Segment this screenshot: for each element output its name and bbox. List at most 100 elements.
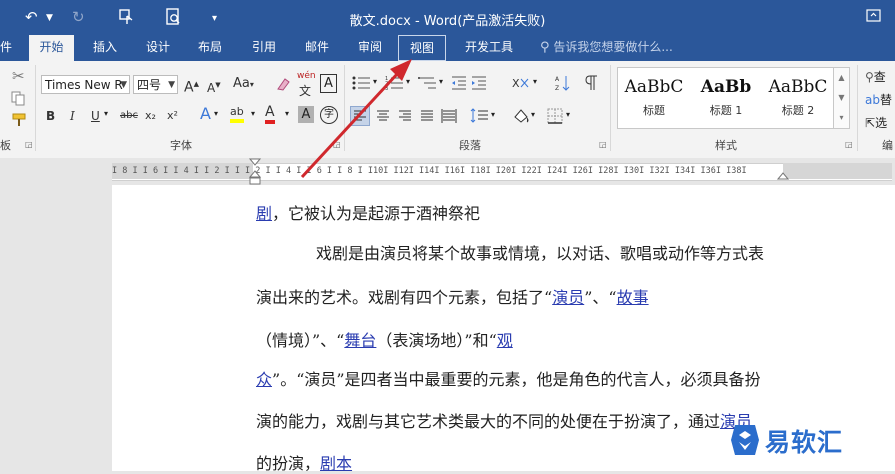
scroll-down-icon[interactable]: ▼ — [834, 88, 849, 108]
chevron-down-icon: ▼ — [168, 80, 175, 90]
body-text: ”。“演员”是四者当中最重要的元素，他是角色的代言人，必须具备扮 — [272, 370, 761, 389]
style-title[interactable]: AaBbC 标题 — [618, 68, 690, 128]
doc-line-4: （情境）”、“舞台（表演场地）”和“观 — [256, 327, 513, 351]
body-text: ，它被认为是起源于酒神祭祀 — [272, 204, 481, 223]
subscript-button[interactable]: x₂ — [145, 107, 156, 125]
sort-icon[interactable]: AZ — [555, 74, 571, 95]
doc-line-1: 剧，它被认为是起源于酒神祭祀 — [256, 200, 480, 224]
clipboard-group-label: 板 — [0, 139, 11, 152]
styles-gallery: AaBbC 标题 AaBb 标题 1 AaBbC 标题 2 — [617, 67, 834, 129]
show-marks-icon[interactable] — [585, 74, 599, 95]
font-size-combo[interactable]: 四号 ▼ — [133, 75, 178, 94]
style-sample: AaBbC — [768, 77, 828, 97]
clear-format-icon[interactable] — [275, 75, 291, 96]
chevron-down-icon[interactable]: ▾ — [439, 77, 443, 86]
svg-text:Z: Z — [555, 85, 559, 92]
replace-icon: ab — [865, 93, 880, 107]
select-icon: ⇱ — [865, 116, 876, 130]
tab-developer[interactable]: 开发工具 — [456, 35, 522, 61]
body-text: 的扮演， — [256, 454, 321, 473]
body-text: 戏剧是由演员将某个故事或情境，以对话、歌唱或动作等方式表 — [316, 244, 765, 263]
shrink-font-button[interactable]: A▼ — [207, 76, 221, 97]
hyperlink[interactable]: 观 — [497, 331, 513, 350]
bold-button[interactable]: B — [46, 107, 55, 125]
tell-me-text: 告诉我您想要做什么... — [553, 40, 673, 54]
shading-icon[interactable] — [512, 107, 530, 128]
doc-line-3: 演出来的艺术。戏剧有四个元素，包括了“演员”、“故事 — [256, 284, 649, 308]
doc-line-7: 的扮演，剧本 — [256, 450, 352, 474]
hyperlink[interactable]: 故事 — [617, 288, 649, 307]
chevron-down-icon[interactable]: ▾ — [566, 110, 570, 119]
style-heading-2[interactable]: AaBbC 标题 2 — [762, 68, 834, 128]
indent-marker-icon[interactable] — [248, 158, 262, 188]
tab-insert[interactable]: 插入 — [84, 35, 126, 61]
distributed-icon[interactable] — [440, 107, 458, 128]
chevron-down-icon[interactable]: ▾ — [533, 77, 537, 86]
chevron-down-icon[interactable]: ▾ — [531, 110, 535, 119]
change-case-button[interactable]: Aa▾ — [233, 75, 254, 94]
editing-group-label: 编 — [882, 139, 893, 152]
superscript-button[interactable]: x² — [167, 107, 178, 125]
font-name-combo[interactable]: Times New R ▼ — [41, 75, 130, 94]
annotation-arrow — [300, 59, 412, 179]
style-heading-1[interactable]: AaBb 标题 1 — [690, 68, 762, 128]
line-spacing-icon[interactable] — [470, 107, 490, 128]
italic-button[interactable]: I — [70, 107, 75, 125]
hyperlink[interactable]: 剧本 — [320, 454, 352, 473]
chinese-layout-icon[interactable]: X — [512, 75, 532, 94]
increase-indent-icon[interactable] — [470, 75, 488, 94]
tab-layout[interactable]: 布局 — [189, 35, 231, 61]
style-sample: AaBbC — [624, 77, 684, 97]
clipboard-launcher-icon[interactable]: ◲ — [25, 140, 33, 149]
highlight-button[interactable]: ab — [230, 105, 244, 123]
find-button[interactable]: ⚲查 — [865, 68, 886, 85]
right-indent-marker-icon[interactable] — [776, 170, 790, 184]
scroll-up-icon[interactable]: ▲ — [834, 68, 849, 88]
body-text: 演出来的艺术。戏剧有四个元素，包括了“ — [256, 288, 553, 307]
underline-dropdown-icon[interactable]: ▾ — [104, 109, 108, 118]
paragraph-group-label: 段落 — [459, 139, 481, 152]
chevron-down-icon[interactable]: ▾ — [491, 110, 495, 119]
style-name: 标题 — [643, 104, 665, 117]
hyperlink[interactable]: 众 — [256, 370, 272, 389]
separator — [857, 65, 858, 151]
strikethrough-button[interactable]: abc — [120, 107, 138, 125]
styles-more-icon[interactable]: ▾ — [834, 108, 849, 128]
font-color-button[interactable]: A — [265, 105, 275, 124]
text-effects-button[interactable]: A — [200, 105, 211, 123]
styles-launcher-icon[interactable]: ◲ — [845, 140, 853, 149]
chevron-down-icon[interactable]: ▾ — [285, 109, 289, 118]
chevron-down-icon[interactable]: ▾ — [214, 109, 218, 118]
tab-home[interactable]: 开始 — [29, 35, 74, 61]
grow-font-button[interactable]: A▲ — [184, 75, 199, 97]
hyperlink[interactable]: 剧 — [256, 204, 272, 223]
hyperlink[interactable]: 演员 — [552, 288, 584, 307]
cut-icon[interactable]: ✂ — [12, 67, 25, 85]
watermark: 易软汇 — [725, 419, 885, 463]
underline-button[interactable]: U — [91, 107, 100, 125]
ribbon: ✂ 板 ◲ Times New R ▼ 四号 ▼ A▲ A▼ Aa▾ wén 文 A… — [0, 61, 895, 159]
window-title: 散文.docx - Word(产品激活失败) — [349, 14, 546, 29]
tab-file[interactable]: 件 — [0, 35, 12, 61]
format-painter-icon[interactable] — [10, 112, 28, 131]
title-bar: ↶ ▼ ↻ ▾ 散文.docx - Word(产品激活失败) — [0, 0, 895, 35]
lightbulb-icon: ⚲ — [540, 40, 550, 55]
chevron-down-icon[interactable]: ▾ — [251, 109, 255, 118]
styles-scroll: ▲ ▼ ▾ — [834, 67, 850, 129]
borders-icon[interactable] — [546, 107, 564, 128]
tell-me-box[interactable]: ⚲ 告诉我您想要做什么... — [540, 35, 673, 61]
doc-line-6: 演的能力，戏剧与其它艺术类最大的不同的处便在于扮演了，通过演员 — [256, 408, 752, 432]
copy-icon[interactable] — [10, 90, 26, 109]
tab-design[interactable]: 设计 — [137, 35, 179, 61]
hyperlink[interactable]: 舞台 — [344, 331, 376, 350]
ribbon-tabs: 件 开始 插入 设计 布局 引用 邮件 审阅 视图 开发工具 ⚲ 告诉我您想要做… — [0, 35, 895, 61]
replace-button[interactable]: ab替 — [865, 91, 892, 108]
style-sample: AaBb — [700, 77, 752, 97]
tab-references[interactable]: 引用 — [243, 35, 285, 61]
ribbon-display-icon[interactable] — [866, 9, 882, 26]
select-button[interactable]: ⇱选 — [865, 114, 887, 131]
svg-text:X: X — [512, 77, 520, 90]
paragraph-launcher-icon[interactable]: ◲ — [599, 140, 607, 149]
watermark-text: 易软汇 — [765, 428, 844, 457]
decrease-indent-icon[interactable] — [450, 75, 468, 94]
